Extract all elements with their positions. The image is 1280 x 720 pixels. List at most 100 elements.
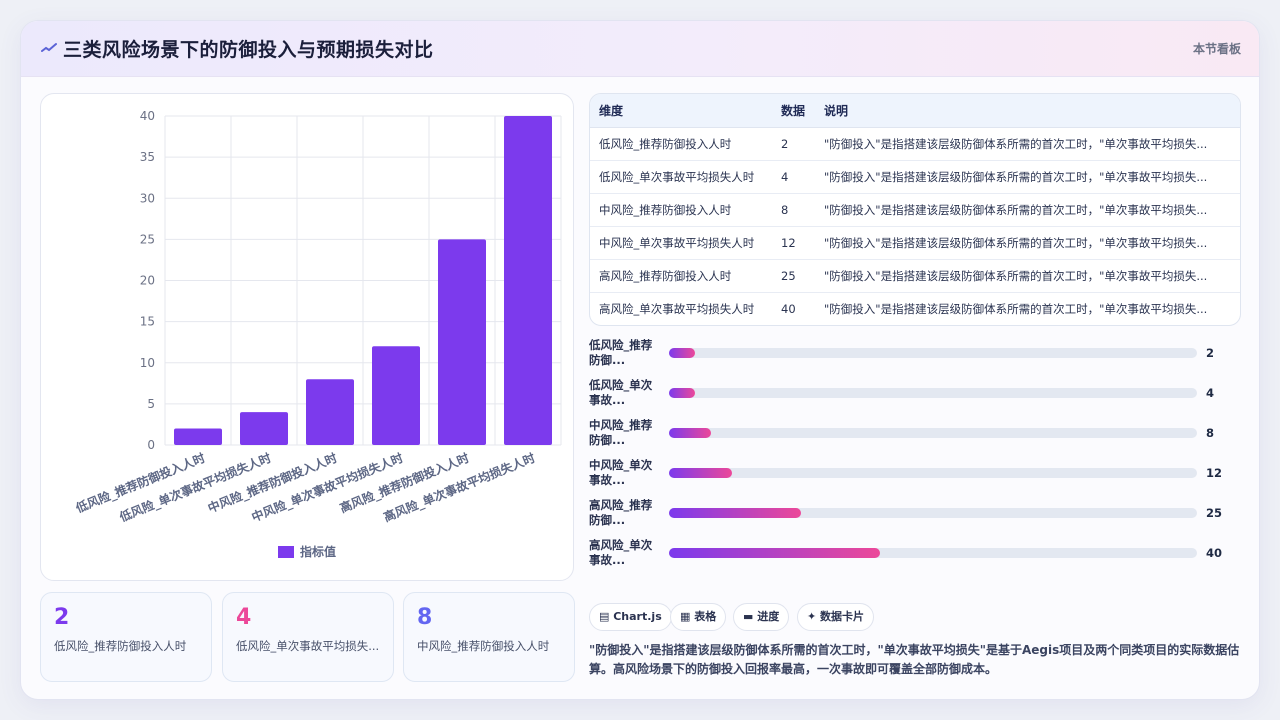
dashboard-card: 三类风险场景下的防御投入与预期损失对比 本节看板 0 5 10 15 20 25 30 35 4… xyxy=(20,20,1260,700)
progress-label: 低风险_推荐防御... xyxy=(589,338,653,367)
table-cell: 25 xyxy=(772,259,815,293)
progress-row: 低风险_推荐防御... 2 xyxy=(589,337,1249,371)
kpi-label: 低风险_推荐防御投入人时 xyxy=(54,639,187,653)
tag-progress[interactable]: ▬ 进度 xyxy=(733,603,790,631)
table-row[interactable]: 中风险_推荐防御投入人时 8 "防御投入"是指搭建该层级防御体系所需的首次工时，"单… xyxy=(590,193,1240,227)
y-tick-label: 40 xyxy=(140,109,155,123)
bar-chart: 0510152025303540低风险_推荐防御投入人时低风险_单次事故平均损失… xyxy=(73,109,562,559)
tag-table[interactable]: ▦ 表格 xyxy=(670,603,727,631)
progress-value: 12 xyxy=(1206,466,1223,480)
bar-chart-panel: 0 5 10 15 20 25 30 35 40 低风险_推荐防御投入人时 低风险_单次事故平均损失… xyxy=(40,93,574,581)
bar[interactable] xyxy=(504,116,552,445)
tag-label: 进度 xyxy=(757,610,780,623)
progress-value: 8 xyxy=(1206,426,1215,440)
kpi-label: 中风险_推荐防御投入人时 xyxy=(417,639,550,653)
bar[interactable] xyxy=(306,379,354,445)
table-cell: "防御投入"是指搭建该层级防御体系所需的首次工时，"单次事故平均损失... xyxy=(824,301,1208,316)
table-cell: 12 xyxy=(772,226,815,260)
table-row[interactable]: 高风险_单次事故平均损失人时 40 "防御投入"是指搭建该层级防御体系所需的首次工时… xyxy=(590,292,1240,325)
card-icon: ✦ xyxy=(807,610,821,623)
table-cell: 40 xyxy=(781,301,796,316)
table-cell: 高风险_推荐防御投入人时 xyxy=(590,259,772,293)
progress-fill xyxy=(669,348,696,358)
progress-fill xyxy=(669,508,801,518)
bar[interactable] xyxy=(240,412,288,445)
progress-track xyxy=(669,548,1197,558)
progress-track xyxy=(669,468,1197,478)
y-tick-label: 15 xyxy=(140,315,155,329)
tag-label: Chart.js xyxy=(613,610,662,623)
y-tick-label: 35 xyxy=(140,150,155,164)
y-tick-label: 0 xyxy=(147,438,155,452)
sparkline-icon xyxy=(41,43,57,52)
bar[interactable] xyxy=(174,428,222,445)
y-tick-label: 30 xyxy=(140,191,155,205)
page-title: 三类风险场景下的防御投入与预期损失对比 xyxy=(63,39,434,61)
progress-fill xyxy=(669,468,733,478)
progress-track xyxy=(669,348,1197,358)
progress-row: 高风险_推荐防御... 25 xyxy=(589,497,1249,531)
progress-value: 4 xyxy=(1206,386,1215,400)
progress-row: 中风险_推荐防御... 8 xyxy=(589,417,1249,451)
progress-label: 低风险_单次事故... xyxy=(589,378,653,407)
kpi-value: 4 xyxy=(236,605,252,630)
progress-list: 低风险_推荐防御... 2 低风险_单次事故... 4 中风险_推荐防御... 8 中风险_… xyxy=(589,337,1249,577)
progress-row: 低风险_单次事故... 4 xyxy=(589,377,1249,411)
table-cell: 8 xyxy=(772,193,815,227)
y-tick-label: 10 xyxy=(140,356,155,370)
progress-value: 40 xyxy=(1206,546,1223,560)
table-header-cell: 数据 xyxy=(772,94,815,128)
progress-label: 中风险_单次事故... xyxy=(589,458,653,487)
progress-value: 2 xyxy=(1206,346,1215,360)
table-cell: "防御投入"是指搭建该层级防御体系所需的首次工时，"单次事故平均损失... xyxy=(815,226,1240,260)
table-cell: 低风险_推荐防御投入人时 xyxy=(590,127,772,161)
tag-chart[interactable]: ▤ Chart.js xyxy=(589,603,672,631)
chart-icon: ▤ xyxy=(599,610,614,623)
progress-track xyxy=(669,388,1197,398)
table-cell: 低风险_单次事故平均损失人时 xyxy=(590,160,772,194)
progress-track xyxy=(669,428,1197,438)
kpi-card: 8 中风险_推荐防御投入人时 xyxy=(403,592,575,682)
progress-fill xyxy=(669,388,696,398)
legend-swatch xyxy=(278,546,294,558)
kpi-value: 8 xyxy=(417,605,433,630)
table-header-cell: 说明 xyxy=(815,94,1240,128)
table-icon: ▦ xyxy=(680,610,695,623)
header: 三类风险场景下的防御投入与预期损失对比 本节看板 xyxy=(21,21,1259,77)
progress-track xyxy=(669,508,1197,518)
bar[interactable] xyxy=(438,239,486,445)
table-cell: "防御投入"是指搭建该层级防御体系所需的首次工时，"单次事故平均损失... xyxy=(815,193,1240,227)
y-tick-label: 20 xyxy=(140,274,155,288)
progress-value: 25 xyxy=(1206,506,1223,520)
progress-row: 高风险_单次事故... 40 xyxy=(589,537,1249,571)
section-label[interactable]: 本节看板 xyxy=(1193,40,1241,57)
table-cell: 中风险_单次事故平均损失人时 xyxy=(590,226,772,260)
table-cell: 4 xyxy=(772,160,815,194)
table-header-cell: 维度 xyxy=(590,94,772,128)
y-tick-label: 5 xyxy=(147,397,155,411)
kpi-card: 4 低风险_单次事故平均损失... xyxy=(222,592,394,682)
table-cell: "防御投入"是指搭建该层级防御体系所需的首次工时，"单次事故平均损失... xyxy=(815,259,1240,293)
footnote: "防御投入"是指搭建该层级防御体系所需的首次工时，"单次事故平均损失"是基于Ae… xyxy=(589,643,1240,676)
kpi-label: 低风险_单次事故平均损失... xyxy=(236,639,380,653)
table-cell: "防御投入"是指搭建该层级防御体系所需的首次工时，"单次事故平均损失... xyxy=(815,127,1240,161)
table-header-row: 维度 数据 说明 xyxy=(590,94,1240,128)
progress-fill xyxy=(669,428,712,438)
kpi-card: 2 低风险_推荐防御投入人时 xyxy=(40,592,212,682)
table-row[interactable]: 高风险_推荐防御投入人时 25 "防御投入"是指搭建该层级防御体系所需的首次工时，"… xyxy=(590,259,1240,293)
legend-label[interactable]: 指标值 xyxy=(300,544,336,559)
progress-row: 中风险_单次事故... 12 xyxy=(589,457,1249,491)
progress-icon: ▬ xyxy=(743,610,758,623)
table-cell: "防御投入"是指搭建该层级防御体系所需的首次工时，"单次事故平均损失... xyxy=(815,160,1240,194)
tag-label: 数据卡片 xyxy=(820,610,865,623)
kpi-value: 2 xyxy=(54,605,70,630)
progress-fill xyxy=(669,548,881,558)
table-cell: 中风险_推荐防御投入人时 xyxy=(590,193,772,227)
bar[interactable] xyxy=(372,346,420,445)
table-row[interactable]: 低风险_推荐防御投入人时 2 "防御投入"是指搭建该层级防御体系所需的首次工时，"单… xyxy=(590,127,1240,161)
tag-card[interactable]: ✦ 数据卡片 xyxy=(797,603,875,631)
data-table: 维度 数据 说明 低风险_推荐防御投入人时 2 "防御投入"是指搭建该层级防御体系所需的… xyxy=(589,93,1241,326)
tag-label: 表格 xyxy=(694,610,717,623)
table-row[interactable]: 低风险_单次事故平均损失人时 4 "防御投入"是指搭建该层级防御体系所需的首次工时，… xyxy=(590,160,1240,194)
table-row[interactable]: 中风险_单次事故平均损失人时 12 "防御投入"是指搭建该层级防御体系所需的首次工时… xyxy=(590,226,1240,260)
